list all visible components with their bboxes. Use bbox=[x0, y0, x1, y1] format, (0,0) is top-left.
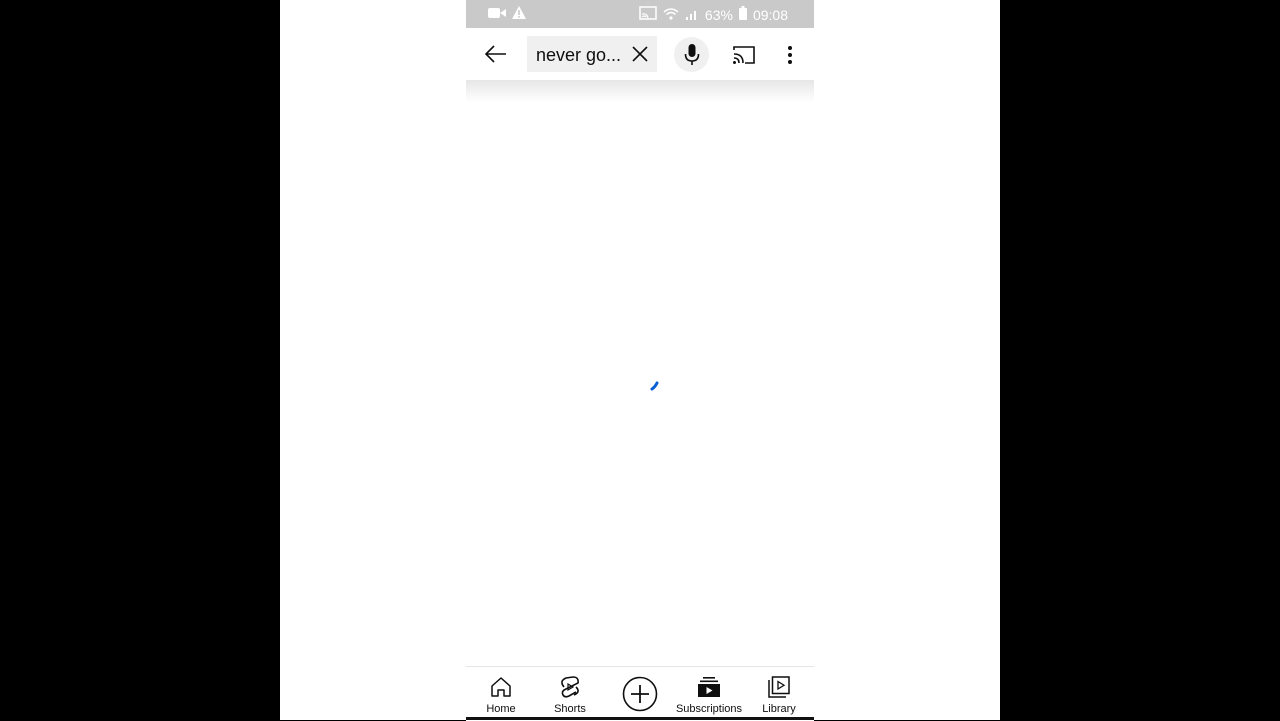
shorts-icon bbox=[561, 676, 579, 698]
inshot-watermark: InShOt bbox=[866, 666, 964, 697]
create-button[interactable] bbox=[618, 667, 662, 721]
nav-subscriptions-label: Subscriptions bbox=[675, 703, 743, 715]
nav-library-label: Library bbox=[762, 703, 796, 715]
nav-library[interactable]: Library bbox=[756, 667, 802, 721]
video-recording-icon bbox=[488, 6, 506, 22]
subscriptions-icon bbox=[698, 677, 720, 697]
header-shadow bbox=[466, 80, 814, 102]
cast-button[interactable] bbox=[729, 40, 759, 70]
screen-cast-status-icon bbox=[639, 6, 657, 23]
loading-spinner bbox=[650, 381, 659, 391]
search-input[interactable]: never go... bbox=[527, 36, 657, 72]
clear-search-button[interactable] bbox=[626, 42, 654, 66]
search-header: never go... bbox=[466, 28, 814, 80]
clock: 09:08 bbox=[752, 6, 788, 23]
microphone-icon bbox=[684, 43, 699, 65]
add-circle-icon bbox=[622, 676, 658, 712]
nav-shorts-label: Shorts bbox=[554, 703, 586, 715]
more-vertical-icon bbox=[788, 46, 792, 64]
bottom-navigation: Home Shorts Subscriptions Library bbox=[466, 666, 814, 721]
nav-home[interactable]: Home bbox=[478, 667, 524, 721]
cast-icon bbox=[733, 46, 755, 64]
more-options-button[interactable] bbox=[778, 40, 802, 70]
warning-icon bbox=[512, 6, 526, 22]
status-bar: 63% 09:08 bbox=[466, 0, 814, 28]
nav-shorts[interactable]: Shorts bbox=[547, 667, 593, 721]
signal-icon bbox=[685, 7, 699, 23]
nav-home-label: Home bbox=[486, 703, 516, 715]
phone-screen: 63% 09:08 never go... Home Shorts Subscr… bbox=[466, 0, 814, 721]
library-icon bbox=[768, 676, 790, 698]
battery-percentage: 63% bbox=[704, 6, 733, 23]
home-icon bbox=[491, 677, 511, 697]
close-icon bbox=[632, 46, 648, 62]
search-query: never go... bbox=[536, 45, 622, 65]
wifi-icon bbox=[663, 7, 679, 23]
battery-icon bbox=[738, 6, 747, 23]
back-button[interactable] bbox=[480, 38, 512, 70]
arrow-left-icon bbox=[485, 45, 506, 63]
voice-search-button[interactable] bbox=[674, 37, 709, 72]
nav-subscriptions[interactable]: Subscriptions bbox=[672, 667, 746, 721]
